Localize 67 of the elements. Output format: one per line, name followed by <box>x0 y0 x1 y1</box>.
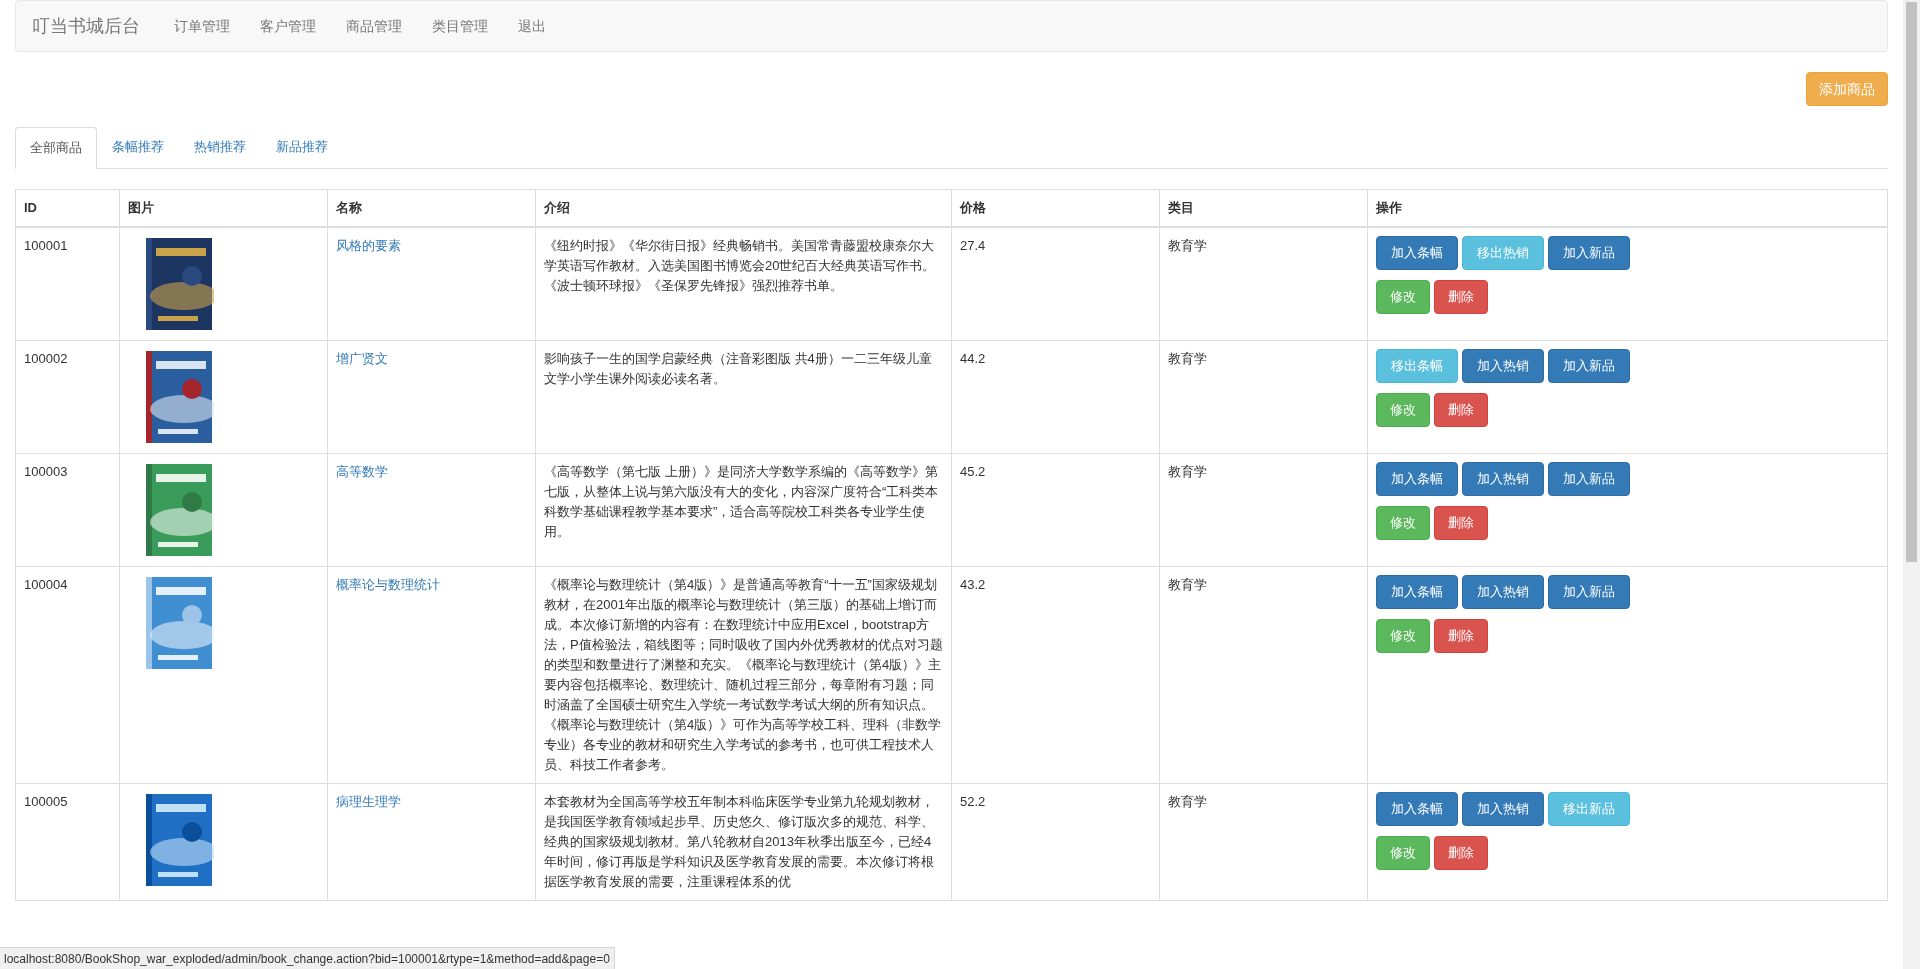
column-header: ID <box>15 189 120 227</box>
price-cell: 27.4 <box>951 226 1160 340</box>
action-button[interactable]: 加入新品 <box>1548 348 1630 383</box>
action-button[interactable]: 加入热销 <box>1462 348 1544 383</box>
product-name-link[interactable]: 概率论与数理统计 <box>336 576 440 592</box>
category-cell: 教育学 <box>1159 340 1368 453</box>
column-header: 图片 <box>119 189 328 227</box>
action-button[interactable]: 加入新品 <box>1548 235 1630 270</box>
edit-button[interactable]: 修改 <box>1376 835 1430 870</box>
action-button[interactable]: 加入条幅 <box>1376 574 1458 609</box>
delete-button[interactable]: 删除 <box>1434 618 1488 653</box>
action-button[interactable]: 加入新品 <box>1548 574 1630 609</box>
description-cell: 《纽约时报》《华尔街日报》经典畅销书。美国常青藤盟校康奈尔大学英语写作教材。入选美国图书博览会20世纪百大经典英语写作书。《波士顿环球报》《圣保罗先锋报》强烈推荐书单。 <box>535 226 952 340</box>
delete-button[interactable]: 删除 <box>1434 279 1488 314</box>
scrollbar[interactable] <box>1903 0 1920 969</box>
action-button[interactable]: 加入热销 <box>1462 461 1544 496</box>
column-header: 介绍 <box>535 189 952 227</box>
tab[interactable]: 新品推荐 <box>261 126 343 168</box>
action-button[interactable]: 加入条幅 <box>1376 235 1458 270</box>
action-button[interactable]: 加入热销 <box>1462 574 1544 609</box>
product-name-link[interactable]: 高等数学 <box>336 463 388 479</box>
delete-button[interactable]: 删除 <box>1434 835 1488 870</box>
status-bar-url: localhost:8080/BookShop_war_exploded/admin/book_change.action?bid=100001&rtype=1&method=add&page=0 <box>0 947 615 969</box>
description-cell: 影响孩子一生的国学启蒙经典（注音彩图版 共4册）一二三年级儿童文学小学生课外阅读必读名著。 <box>535 340 952 453</box>
product-name-link[interactable]: 风格的要素 <box>336 237 401 253</box>
id-cell: 100005 <box>15 783 120 900</box>
price-cell: 43.2 <box>951 566 1160 783</box>
column-header: 价格 <box>951 189 1160 227</box>
description-cell: 《高等数学（第七版 上册）》是同济大学数学系编的《高等数学》第七版，从整体上说与第六版没有大的变化，内容深广度符合“工科类本科数学基础课程教学基本要求”，适合高等院校工科类各专业学生使用。 <box>535 453 952 566</box>
tab[interactable]: 条幅推荐 <box>97 126 179 168</box>
product-name-link[interactable]: 增广贤文 <box>336 350 388 366</box>
edit-button[interactable]: 修改 <box>1376 279 1430 314</box>
description-cell: 本套教材为全国高等学校五年制本科临床医学专业第九轮规划教材，是我国医学教育领域起步早、历史悠久、修订版次多的规范、科学、经典的国家级规划教材。第八轮教材自2013年秋季出版至今，已经4年时间，修订再版是学科知识及医学教育发展的需要。本次修订将根据医学教育发展的需要，注重课程体系的优 <box>535 783 952 900</box>
description-cell: 《概率论与数理统计（第4版）》是普通高等教育“十一五”国家级规划教材，在2001年出版的概率论与数理统计（第三版）的基础上增订而成。本次修订新增的内容有：在数理统计中应用Excel，bootstrap方法，P值检验法，箱线图等；同时吸收了国内外优秀教材的优点对习题的类型和数量进行了渊整和充实。《概率论与数理统计（第4版）》主要内容包括概率论、数理统计、随机过程三部分，每章附有习题；同时涵盖了全国硕士研究生入学统一考试数学考试大纲的所有知识点。《概率论与数理统计（第4版）》可作为高等学校工科、理科（非数学专业）各专业的教材和研究生入学考试的参考书，也可供工程技术人员、科技工作者参考。 <box>535 566 952 783</box>
id-cell: 100003 <box>15 453 120 566</box>
edit-button[interactable]: 修改 <box>1376 618 1430 653</box>
tab[interactable]: 全部商品 <box>15 127 97 169</box>
category-cell: 教育学 <box>1159 566 1368 783</box>
scrollbar-thumb[interactable] <box>1906 2 1917 562</box>
price-cell: 45.2 <box>951 453 1160 566</box>
delete-button[interactable]: 删除 <box>1434 505 1488 540</box>
nav-link[interactable]: 退出 <box>518 15 546 37</box>
delete-button[interactable]: 删除 <box>1434 392 1488 427</box>
column-header: 名称 <box>327 189 536 227</box>
nav-link[interactable]: 订单管理 <box>174 15 230 37</box>
id-cell: 100001 <box>15 226 120 340</box>
column-header: 类目 <box>1159 189 1368 227</box>
category-cell: 教育学 <box>1159 783 1368 900</box>
brand-title[interactable]: 叮当书城后台 <box>32 12 140 40</box>
action-button[interactable]: 加入条幅 <box>1376 791 1458 826</box>
tab[interactable]: 热销推荐 <box>179 126 261 168</box>
edit-button[interactable]: 修改 <box>1376 392 1430 427</box>
id-cell: 100004 <box>15 566 120 783</box>
price-cell: 44.2 <box>951 340 1160 453</box>
price-cell: 52.2 <box>951 783 1160 900</box>
id-cell: 100002 <box>15 340 120 453</box>
action-button[interactable]: 加入新品 <box>1548 461 1630 496</box>
action-button[interactable]: 加入条幅 <box>1376 461 1458 496</box>
nav-link[interactable]: 类目管理 <box>432 15 488 37</box>
category-cell: 教育学 <box>1159 226 1368 340</box>
edit-button[interactable]: 修改 <box>1376 505 1430 540</box>
product-name-link[interactable]: 病理生理学 <box>336 793 401 809</box>
nav-link[interactable]: 客户管理 <box>260 15 316 37</box>
action-button[interactable]: 加入热销 <box>1462 791 1544 826</box>
category-cell: 教育学 <box>1159 453 1368 566</box>
column-header: 操作 <box>1367 189 1888 227</box>
nav-link[interactable]: 商品管理 <box>346 15 402 37</box>
